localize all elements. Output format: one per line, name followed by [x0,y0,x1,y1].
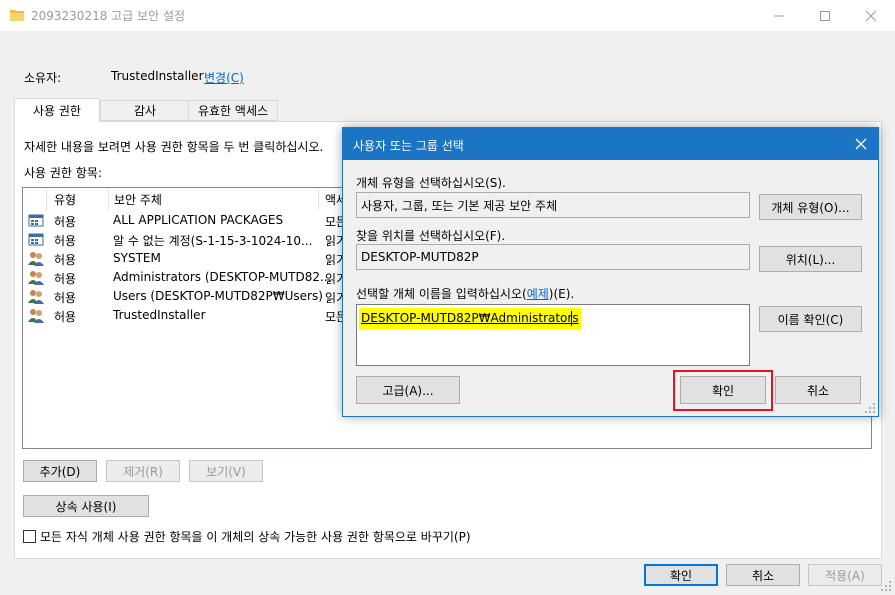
row-type: 허용 [54,253,77,267]
location-label: 찾을 위치를 선택하십시오(F). [356,229,506,243]
row-type: 허용 [54,234,77,248]
row-principal: TrustedInstaller [113,308,206,322]
owner-value: TrustedInstaller [111,69,204,83]
dialog-titlebar[interactable]: 사용자 또는 그룹 선택 [343,128,878,160]
replace-child-permissions-checkbox[interactable] [23,530,36,543]
row-type: 허용 [54,310,77,324]
row-principal: SYSTEM [113,251,161,265]
users-group-icon [28,309,44,323]
apply-button[interactable]: 적용(A) [808,564,882,586]
cancel-button[interactable]: 취소 [726,564,800,586]
row-principal: 알 수 없는 계정(S-1-15-3-1024-10... [113,234,313,248]
row-principal: Users (DESKTOP-MUTD82P₩Users) [113,289,323,303]
object-type-field: 사용자, 그룹, 또는 기본 제공 보안 주체 [356,192,750,218]
check-names-button[interactable]: 이름 확인(C) [759,306,862,332]
object-name-input[interactable]: DESKTOP-MUTD82P₩Administrators [356,304,750,366]
tab-permissions[interactable]: 사용 권한 [14,98,100,122]
enable-inheritance-button[interactable]: 상속 사용(I) [23,495,149,517]
row-principal: Administrators (DESKTOP-MUTD82... [113,270,332,284]
dialog-title: 사용자 또는 그룹 선택 [353,139,464,153]
window-titlebar[interactable]: 2093230218 고급 보안 설정 [0,0,895,31]
dialog-resize-grip-icon[interactable] [864,402,876,414]
close-icon[interactable] [848,0,894,31]
window-title: 2093230218 고급 보안 설정 [31,9,186,23]
add-button[interactable]: 추가(D) [23,460,97,482]
app-package-icon [28,214,44,227]
column-header-principal[interactable]: 보안 주체 [109,188,319,210]
row-type: 허용 [54,291,77,305]
row-type: 허용 [54,272,77,286]
users-group-icon [28,252,44,266]
location-field: DESKTOP-MUTD82P [356,244,750,270]
owner-label: 소유자: [24,71,62,85]
advanced-button[interactable]: 고급(A)... [356,376,460,404]
text-caret [571,311,572,326]
app-package-icon [28,233,44,246]
view-button[interactable]: 보기(V) [189,460,263,482]
row-principal: ALL APPLICATION PACKAGES [113,213,284,227]
maximize-icon[interactable] [802,0,848,31]
examples-link[interactable]: 예제 [527,287,549,301]
remove-button[interactable]: 제거(R) [106,460,180,482]
object-types-button[interactable]: 개체 유형(O)... [759,194,862,220]
column-header-type[interactable]: 유형 [47,188,109,210]
tab-auditing[interactable]: 감사 [100,100,190,121]
replace-child-permissions-label[interactable]: 모든 자식 개체 사용 권한 항목을 이 개체의 상속 가능한 사용 권한 항목… [40,528,471,545]
resize-grip-icon[interactable] [880,580,892,592]
ok-button[interactable]: 확인 [644,564,718,586]
object-name-label: 선택할 개체 이름을 입력하십시오(예제)(E). [356,287,575,301]
column-header-icon[interactable] [23,188,47,210]
row-type: 허용 [54,215,77,229]
dialog-cancel-button[interactable]: 취소 [775,376,861,404]
dialog-close-icon[interactable] [848,132,874,156]
entries-label: 사용 권한 항목: [24,166,102,180]
tab-effective-access[interactable]: 유효한 액세스 [188,100,278,121]
users-group-icon [28,271,44,285]
users-group-icon [28,290,44,304]
locations-button[interactable]: 위치(L)... [759,246,862,272]
instructions-text: 자세한 내용을 보려면 사용 권한 항목을 두 번 클릭하십시오. [24,140,324,154]
dialog-ok-button[interactable]: 확인 [680,376,766,404]
select-users-dialog: 사용자 또는 그룹 선택 개체 유형을 선택하십시오(S). 사용자, 그룹, … [342,127,879,417]
change-owner-link[interactable]: 변경(C) [204,69,244,86]
minimize-icon[interactable] [756,0,802,31]
object-type-label: 개체 유형을 선택하십시오(S). [356,176,506,190]
object-name-value: DESKTOP-MUTD82P₩Administrators [359,308,581,330]
folder-icon [10,10,24,21]
